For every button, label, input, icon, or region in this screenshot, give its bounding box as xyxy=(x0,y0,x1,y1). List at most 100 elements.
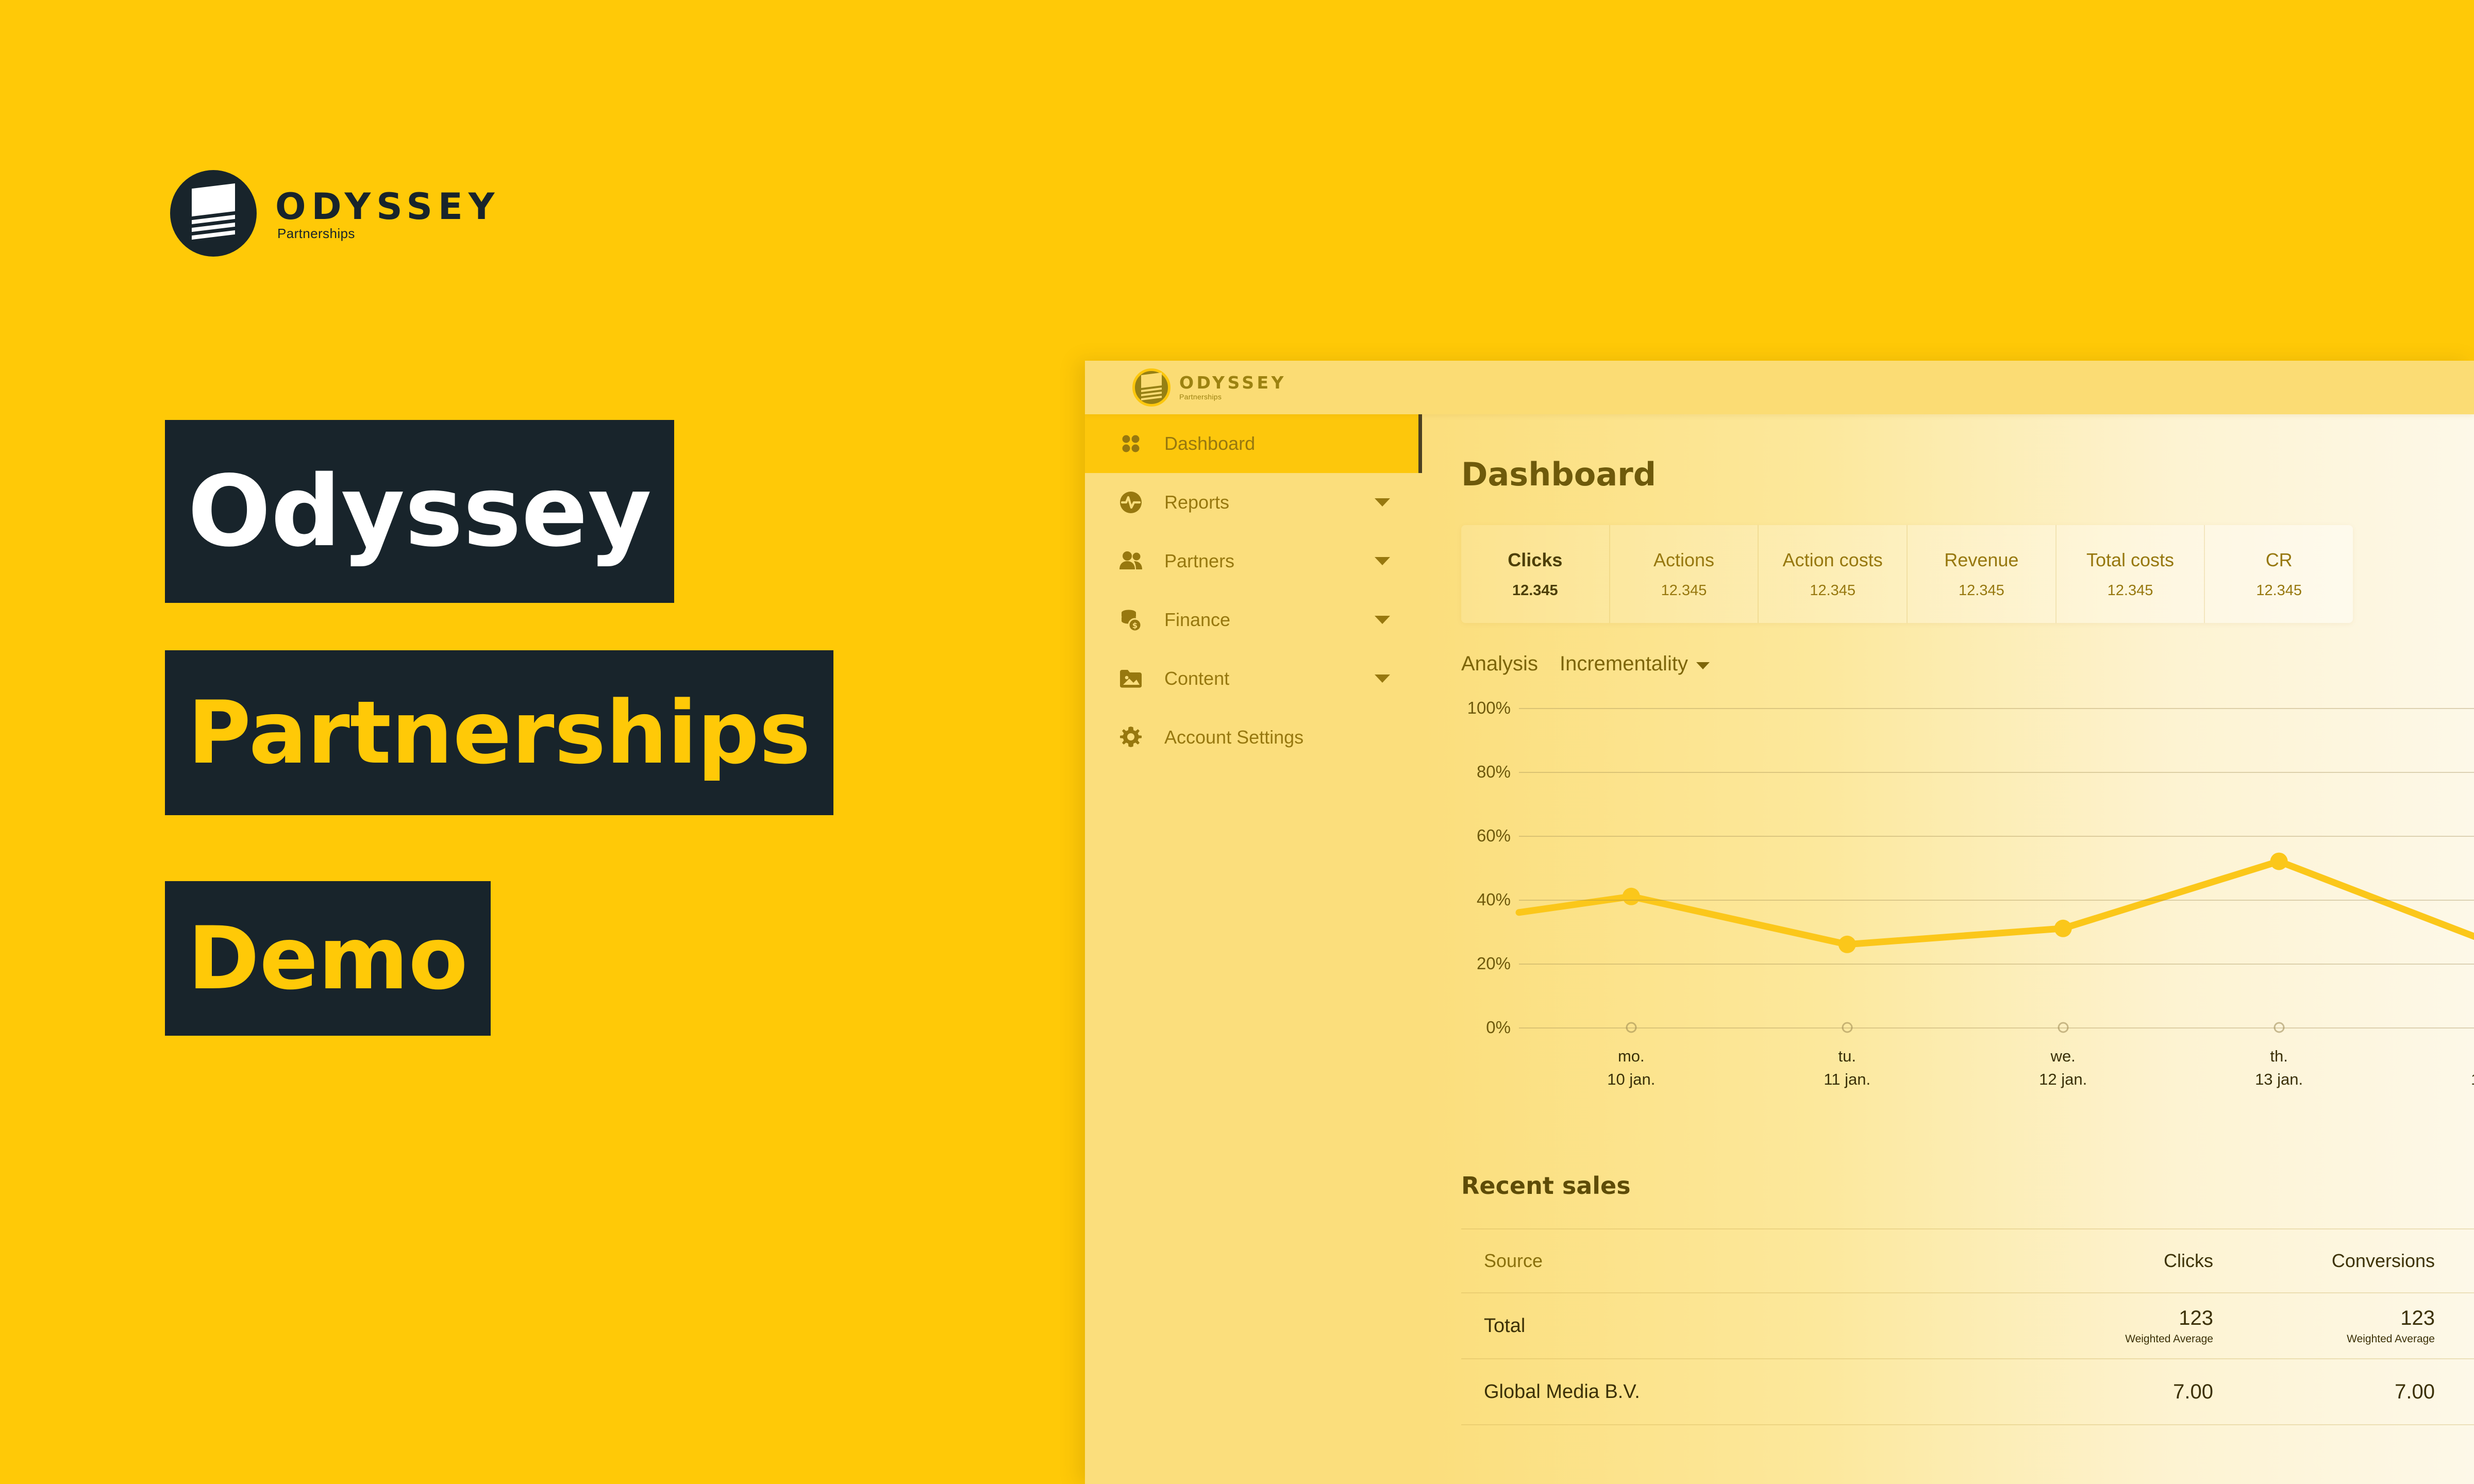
chart-data-point[interactable] xyxy=(1838,935,1856,953)
sidebar-item-finance[interactable]: $ Finance xyxy=(1085,591,1422,649)
incrementality-line-chart: 0% 20% 40% 60% 80% 100% mo. 10 jan. tu. 11 jan. w… xyxy=(1461,698,2474,1088)
chevron-down-icon xyxy=(1696,662,1710,669)
sidebar-item-reports[interactable]: Reports xyxy=(1085,473,1422,532)
column-header-conversions: Conversions xyxy=(2331,1250,2435,1271)
chart-x-tick-marker xyxy=(1626,1022,1637,1033)
sidebar-item-dashboard[interactable]: Dashboard xyxy=(1085,414,1422,473)
headline-partnerships: Partnerships xyxy=(165,650,833,815)
chart-gridline xyxy=(1519,772,2474,773)
image-folder-icon xyxy=(1118,666,1144,692)
chart-y-tick-label: 80% xyxy=(1476,762,1511,781)
kpi-tab-action-costs[interactable]: Action costs 12.345 xyxy=(1759,525,1908,623)
sidebar-item-content[interactable]: Content xyxy=(1085,649,1422,708)
headline-demo: Demo xyxy=(165,881,491,1036)
sidebar: Dashboard Reports Partners $ Finance Con… xyxy=(1085,414,1422,1484)
chart-data-point[interactable] xyxy=(2054,919,2072,937)
kpi-tab-clicks[interactable]: Clicks 12.345 xyxy=(1461,525,1610,623)
kpi-tabs: Clicks 12.345 Actions 12.345 Action cost… xyxy=(1461,525,2353,623)
cell-source: Total xyxy=(1484,1314,1526,1337)
grid-dots-icon xyxy=(1118,431,1144,457)
kpi-label: CR xyxy=(2265,549,2293,570)
chart-line-svg xyxy=(1515,852,2474,953)
sidebar-item-label: Content xyxy=(1164,668,1230,689)
brand-wordmark: ODYSSEY xyxy=(275,185,500,228)
chart-x-tick-label: fr.14 jan. xyxy=(2471,1045,2474,1091)
kpi-tab-revenue[interactable]: Revenue 12.345 xyxy=(1908,525,2057,623)
app-screenshot-panel: ODYSSEY Partnerships Dashboard Reports P… xyxy=(1085,361,2474,1484)
analysis-controls: Analysis Incrementality xyxy=(1461,652,1710,676)
table-row[interactable]: Global Media B.V. 7.00 7.00 xyxy=(1461,1359,2474,1425)
sidebar-item-label: Reports xyxy=(1164,492,1230,513)
chart-y-tick-label: 20% xyxy=(1476,954,1511,973)
page-title: Dashboard xyxy=(1461,456,1657,493)
chevron-down-icon[interactable] xyxy=(1375,674,1390,683)
activity-pulse-icon xyxy=(1118,490,1144,515)
cell-value: 7.00 xyxy=(2395,1380,2435,1403)
chart-series-line xyxy=(1515,858,2474,948)
kpi-value: 12.345 xyxy=(2107,582,2153,599)
cell-clicks: 123 Weighted Average xyxy=(1992,1307,2213,1345)
sidebar-item-partners[interactable]: Partners xyxy=(1085,532,1422,591)
chart-gridline xyxy=(1519,900,2474,901)
kpi-label: Total costs xyxy=(2086,549,2175,570)
kpi-value: 12.345 xyxy=(1959,582,2004,599)
table-row[interactable]: Total 123 Weighted Average 123 Weighted … xyxy=(1461,1293,2474,1359)
chevron-down-icon[interactable] xyxy=(1375,616,1390,624)
chart-x-tick-marker xyxy=(2274,1022,2285,1033)
cell-sublabel: Weighted Average xyxy=(2347,1333,2435,1345)
recent-sales-table: Source Clicks Conversions Total 123 Weig… xyxy=(1461,1228,2474,1425)
chart-x-tick-label: we. 12 jan. xyxy=(2039,1047,2087,1088)
kpi-label: Clicks xyxy=(1508,549,1563,570)
cell-conversions: 7.00 xyxy=(2213,1380,2435,1404)
cell-value: 7.00 xyxy=(2173,1380,2213,1403)
chart-x-tick-label: tu. 11 jan. xyxy=(1824,1047,1871,1088)
kpi-tab-actions[interactable]: Actions 12.345 xyxy=(1610,525,1759,623)
app-wordmark: ODYSSEY xyxy=(1179,373,1286,393)
chart-data-point[interactable] xyxy=(2270,852,2288,870)
column-header-source: Source xyxy=(1484,1250,1543,1271)
cell-sublabel: Weighted Average xyxy=(2125,1333,2213,1345)
chart-data-point[interactable] xyxy=(1622,887,1640,905)
chart-gridline xyxy=(1519,964,2474,965)
chart-y-axis: 0% 20% 40% 60% 80% 100% xyxy=(1461,698,1519,1037)
chart-y-tick-label: 0% xyxy=(1486,1018,1511,1037)
main-content: Dashboard Clicks 12.345 Actions 12.345 A… xyxy=(1422,414,2474,1484)
headline-odyssey: Odyssey xyxy=(165,420,675,603)
sidebar-item-label: Dashboard xyxy=(1164,433,1256,454)
analysis-metric-dropdown[interactable]: Incrementality xyxy=(1560,652,1710,676)
chart-gridline xyxy=(1519,708,2474,709)
app-header: ODYSSEY Partnerships xyxy=(1085,361,2474,414)
kpi-label: Action costs xyxy=(1782,549,1883,570)
chart-x-tick-label: mo. 10 jan. xyxy=(1607,1047,1656,1088)
kpi-value: 12.345 xyxy=(2256,582,2302,599)
kpi-tab-cr[interactable]: CR 12.345 xyxy=(2205,525,2353,623)
odyssey-pages-logo-icon xyxy=(170,170,257,257)
coins-dollar-icon: $ xyxy=(1118,607,1144,633)
kpi-label: Actions xyxy=(1653,549,1715,570)
kpi-label: Revenue xyxy=(1944,549,2019,570)
chart-x-tick-label: th. 13 jan. xyxy=(2255,1047,2303,1088)
app-logo[interactable]: ODYSSEY Partnerships xyxy=(1132,368,1286,407)
app-subwordmark: Partnerships xyxy=(1179,393,1222,401)
analysis-label: Analysis xyxy=(1461,652,1538,675)
chart-y-tick-label: 60% xyxy=(1476,826,1511,845)
recent-sales-title: Recent sales xyxy=(1461,1172,1631,1200)
people-icon xyxy=(1118,548,1144,574)
kpi-tab-total-costs[interactable]: Total costs 12.345 xyxy=(2057,525,2205,623)
table-header-row: Source Clicks Conversions xyxy=(1461,1229,2474,1293)
chart-y-tick-label: 40% xyxy=(1476,890,1511,909)
cell-value: 123 xyxy=(2179,1306,2213,1329)
sidebar-item-label: Finance xyxy=(1164,609,1231,630)
chart-gridline xyxy=(1519,836,2474,837)
brand-logo: ODYSSEY Partnerships xyxy=(170,170,500,257)
sidebar-item-label: Partners xyxy=(1164,550,1235,571)
chart-y-tick-label: 100% xyxy=(1467,698,1511,717)
chevron-down-icon[interactable] xyxy=(1375,498,1390,507)
sidebar-item-label: Account Settings xyxy=(1164,727,1304,748)
kpi-value: 12.345 xyxy=(1512,582,1558,599)
kpi-value: 12.345 xyxy=(1810,582,1856,599)
sidebar-item-account-settings[interactable]: Account Settings xyxy=(1085,708,1422,767)
gear-icon xyxy=(1118,724,1144,750)
brand-subwordmark: Partnerships xyxy=(277,225,355,241)
chevron-down-icon[interactable] xyxy=(1375,557,1390,565)
